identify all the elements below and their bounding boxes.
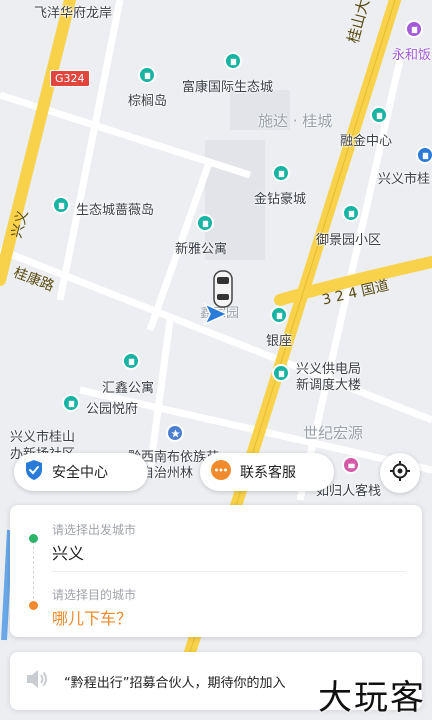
shield-check-icon (24, 459, 44, 485)
destination-hint: 请选择目的城市 (52, 588, 137, 602)
poi-pin-icon[interactable] (62, 394, 80, 412)
poi-label[interactable]: 永和饭 (392, 44, 431, 63)
navigation-arrow-icon (203, 302, 229, 330)
departure-city-value: 兴义 (52, 544, 85, 563)
poi-pin-icon[interactable] (416, 146, 432, 164)
poi-label[interactable]: 飞洋华府龙岸 (34, 2, 112, 21)
departure-city-row[interactable]: 请选择出发城市 兴义 (10, 505, 422, 571)
star-poi-icon[interactable] (166, 424, 184, 442)
poi-label[interactable]: 汇鑫公寓 (102, 377, 154, 396)
poi-label[interactable]: 新雅公寓 (175, 238, 227, 257)
highway-badge-g324: G324 (50, 70, 90, 87)
poi-pin-icon[interactable] (122, 352, 140, 370)
watermark-logo: 大玩客 (318, 678, 426, 718)
poi-pin-icon[interactable] (224, 52, 242, 70)
poi-label[interactable]: 富康国际生态城 (182, 76, 273, 95)
poi-pin-icon[interactable] (342, 204, 360, 222)
poi-label[interactable]: 公园悦府 (86, 398, 138, 417)
poi-pin-icon[interactable] (405, 20, 423, 38)
notice-text: “黔程出行”招募合伙人，期待你的加入 (64, 675, 286, 691)
contact-service-label: 联系客服 (240, 465, 296, 481)
speaker-icon (24, 668, 50, 694)
destination-dot-icon (29, 601, 38, 610)
poi-label[interactable]: 融金中心 (340, 130, 392, 149)
locate-button[interactable] (380, 453, 420, 493)
poi-pin-icon[interactable] (270, 306, 288, 324)
safety-center-button[interactable]: 安全中心 (14, 453, 148, 491)
area-label-shiji: 世纪宏源 (303, 424, 364, 442)
departure-hint: 请选择出发城市 (52, 523, 137, 537)
poi-pin-icon[interactable] (52, 196, 70, 214)
trip-card: 请选择出发城市 兴义 请选择目的城市 哪儿下车？ (10, 505, 422, 637)
poi-label[interactable]: 棕榈岛 (128, 90, 167, 109)
poi-label[interactable]: 新调度大楼 (296, 374, 361, 393)
poi-label[interactable]: 生态城蔷薇岛 (76, 199, 154, 218)
hotel-poi-icon[interactable] (342, 456, 360, 474)
poi-label[interactable]: 兴义市桂 (378, 168, 430, 187)
area-label-shida: 施达 · 桂城 (258, 112, 333, 130)
poi-label[interactable]: 金钻豪城 (254, 188, 306, 207)
poi-label[interactable]: 银座 (266, 330, 292, 349)
chat-bubble-icon (210, 459, 232, 485)
contact-service-button[interactable]: 联系客服 (200, 453, 334, 491)
destination-input: 哪儿下车？ (52, 609, 133, 628)
poi-pin-icon[interactable] (196, 214, 214, 232)
poi-pin-icon[interactable] (370, 106, 388, 124)
destination-city-row[interactable]: 请选择目的城市 哪儿下车？ (10, 572, 422, 637)
locate-target-icon (389, 460, 411, 486)
poi-pin-icon[interactable] (272, 364, 290, 382)
poi-label[interactable]: 御景园小区 (316, 229, 381, 248)
poi-pin-icon[interactable] (272, 164, 290, 182)
departure-dot-icon (29, 534, 38, 543)
poi-pin-icon[interactable] (138, 66, 156, 84)
safety-center-label: 安全中心 (52, 465, 108, 481)
